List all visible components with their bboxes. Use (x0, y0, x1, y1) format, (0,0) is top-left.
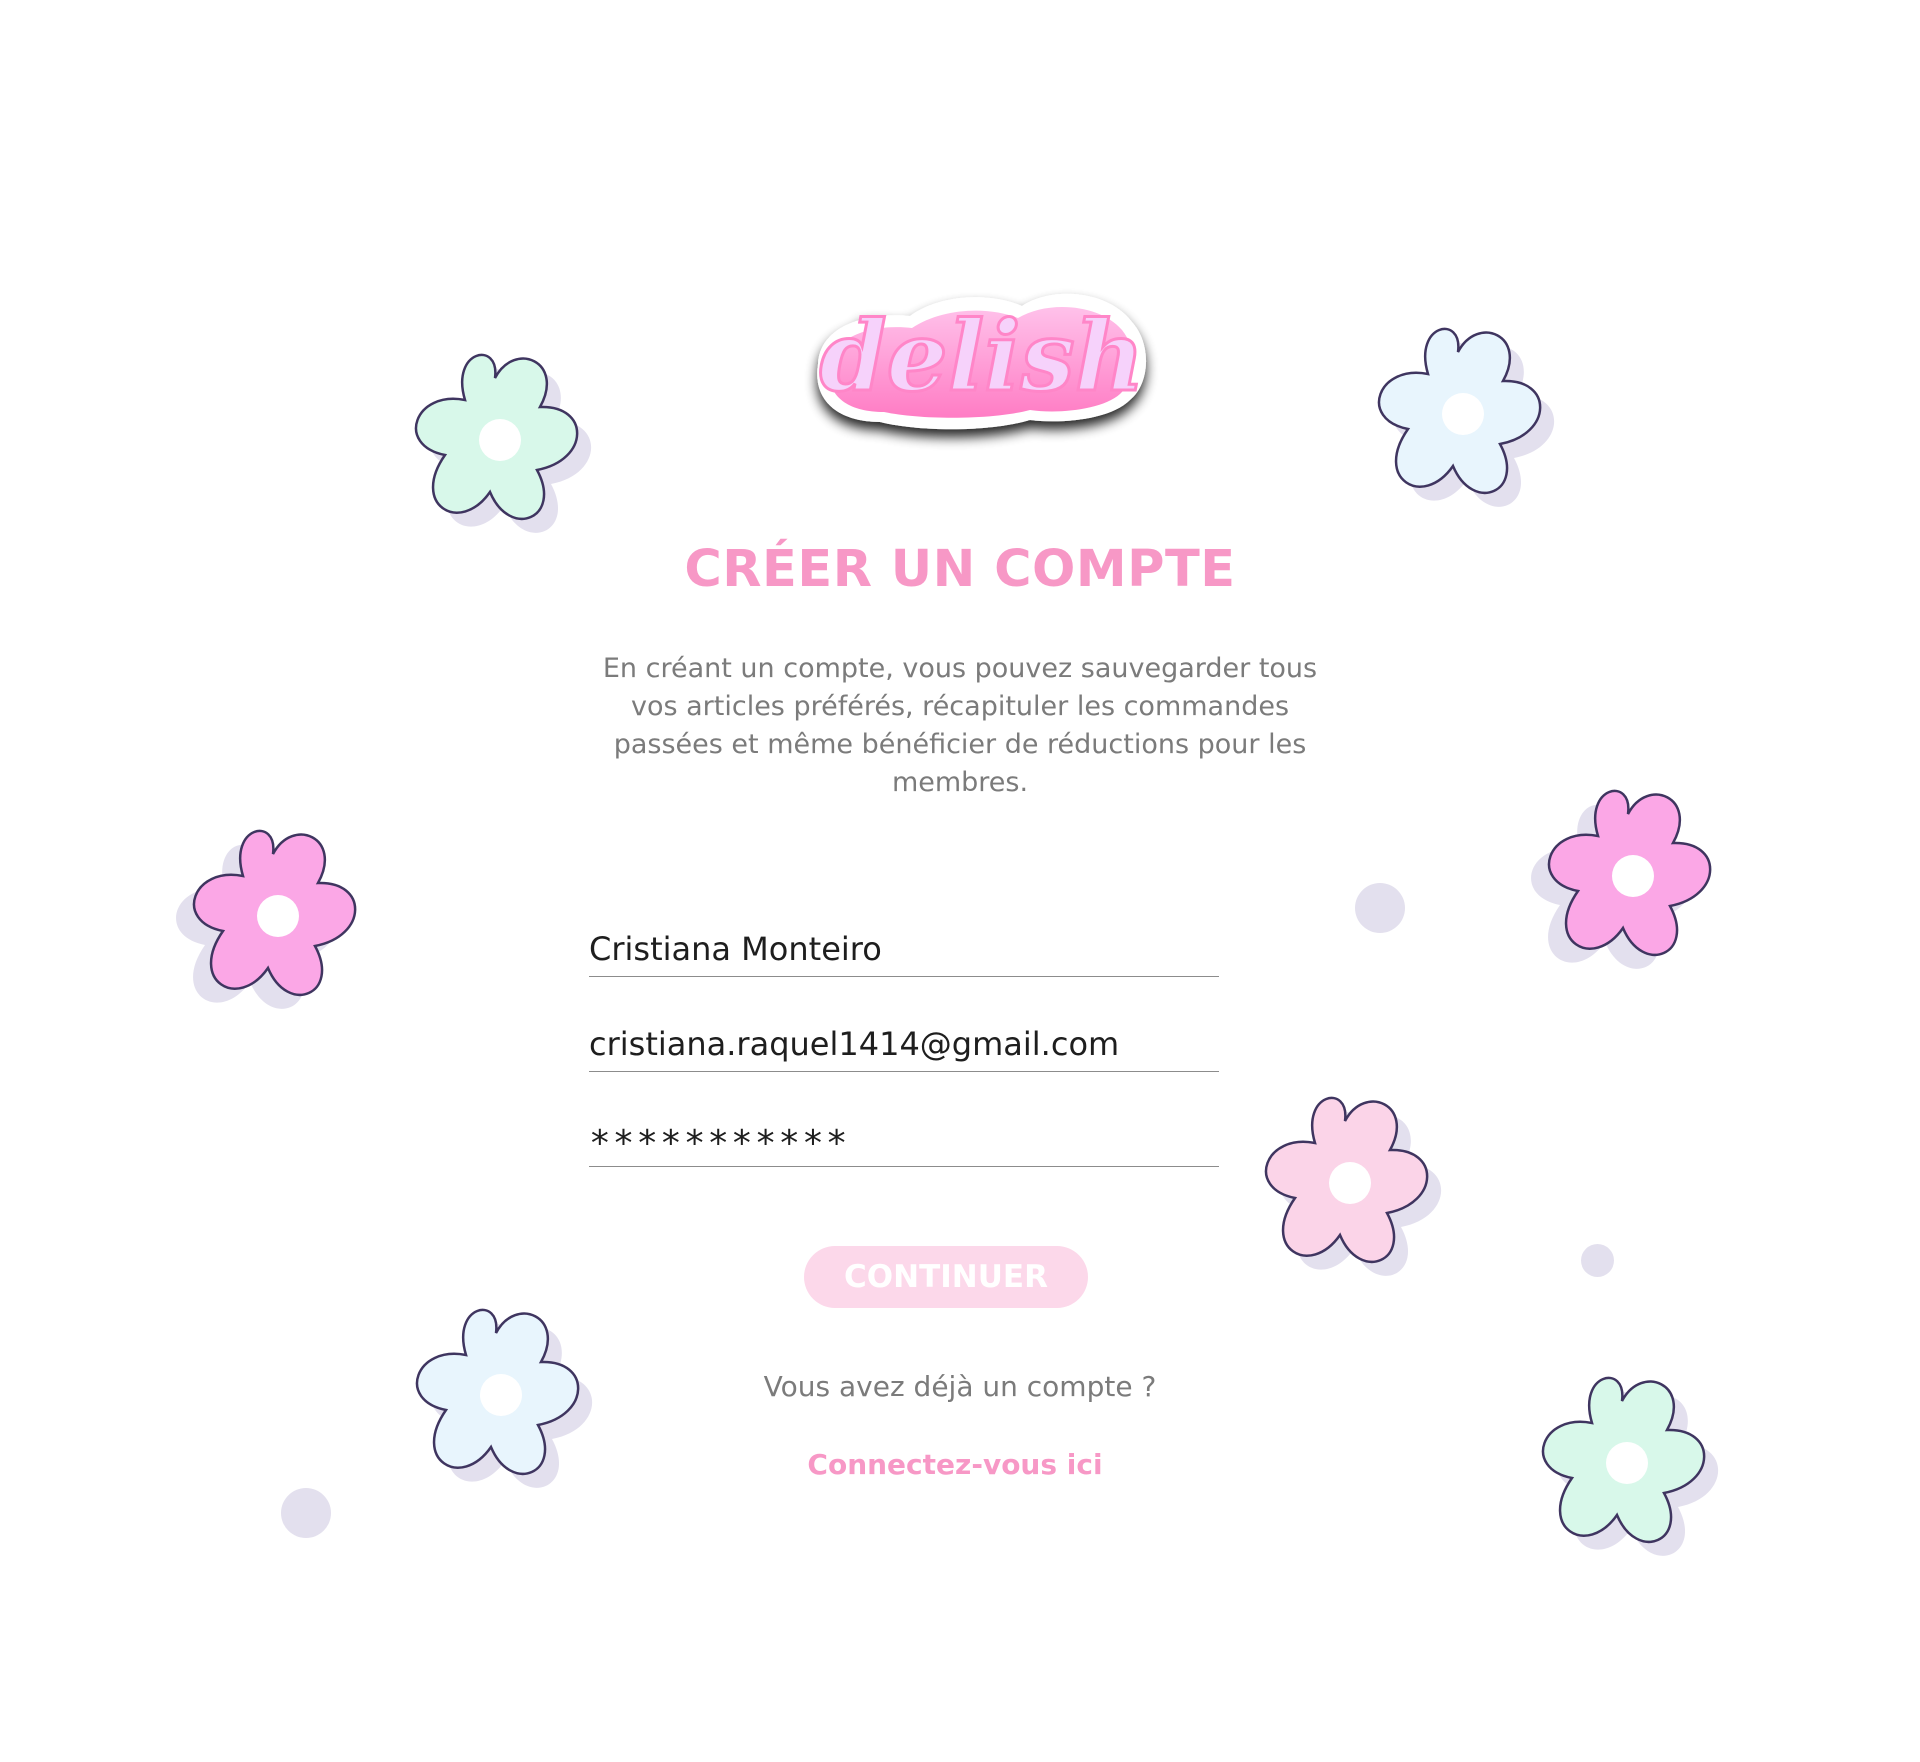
password-input[interactable] (589, 1123, 1209, 1164)
signup-page: delish CRÉER UN COMPTE En créant un comp… (0, 0, 1920, 1762)
flower-icon (415, 1308, 593, 1488)
name-input[interactable] (589, 930, 1209, 968)
delish-logo-icon: delish (817, 293, 1147, 430)
flower-icon (414, 353, 592, 533)
delish-logo: delish (790, 272, 1170, 472)
have-account-text: Vous avez déjà un compte ? (763, 1370, 1157, 1403)
page-title: CRÉER UN COMPTE (684, 540, 1236, 599)
intro-text: En créant un compte, vous pouvez sauvega… (602, 653, 1318, 798)
flower-icon (1531, 789, 1712, 969)
flower-icon (176, 829, 357, 1009)
name-field[interactable] (589, 918, 1219, 977)
flower-icon (1377, 327, 1555, 507)
login-link[interactable]: Connectez-vous ici (660, 1448, 1250, 1481)
continue-button[interactable]: CONTINUER (804, 1246, 1088, 1308)
email-input[interactable] (589, 1025, 1209, 1063)
decorative-dot (1355, 883, 1405, 933)
password-field[interactable] (589, 1108, 1219, 1167)
email-field[interactable] (589, 1013, 1219, 1072)
decorative-dot (281, 1488, 331, 1538)
flower-icon (1541, 1376, 1719, 1556)
flower-icon (1264, 1096, 1442, 1276)
decorative-dot (1581, 1244, 1614, 1277)
logo-wordmark: delish (820, 300, 1145, 413)
